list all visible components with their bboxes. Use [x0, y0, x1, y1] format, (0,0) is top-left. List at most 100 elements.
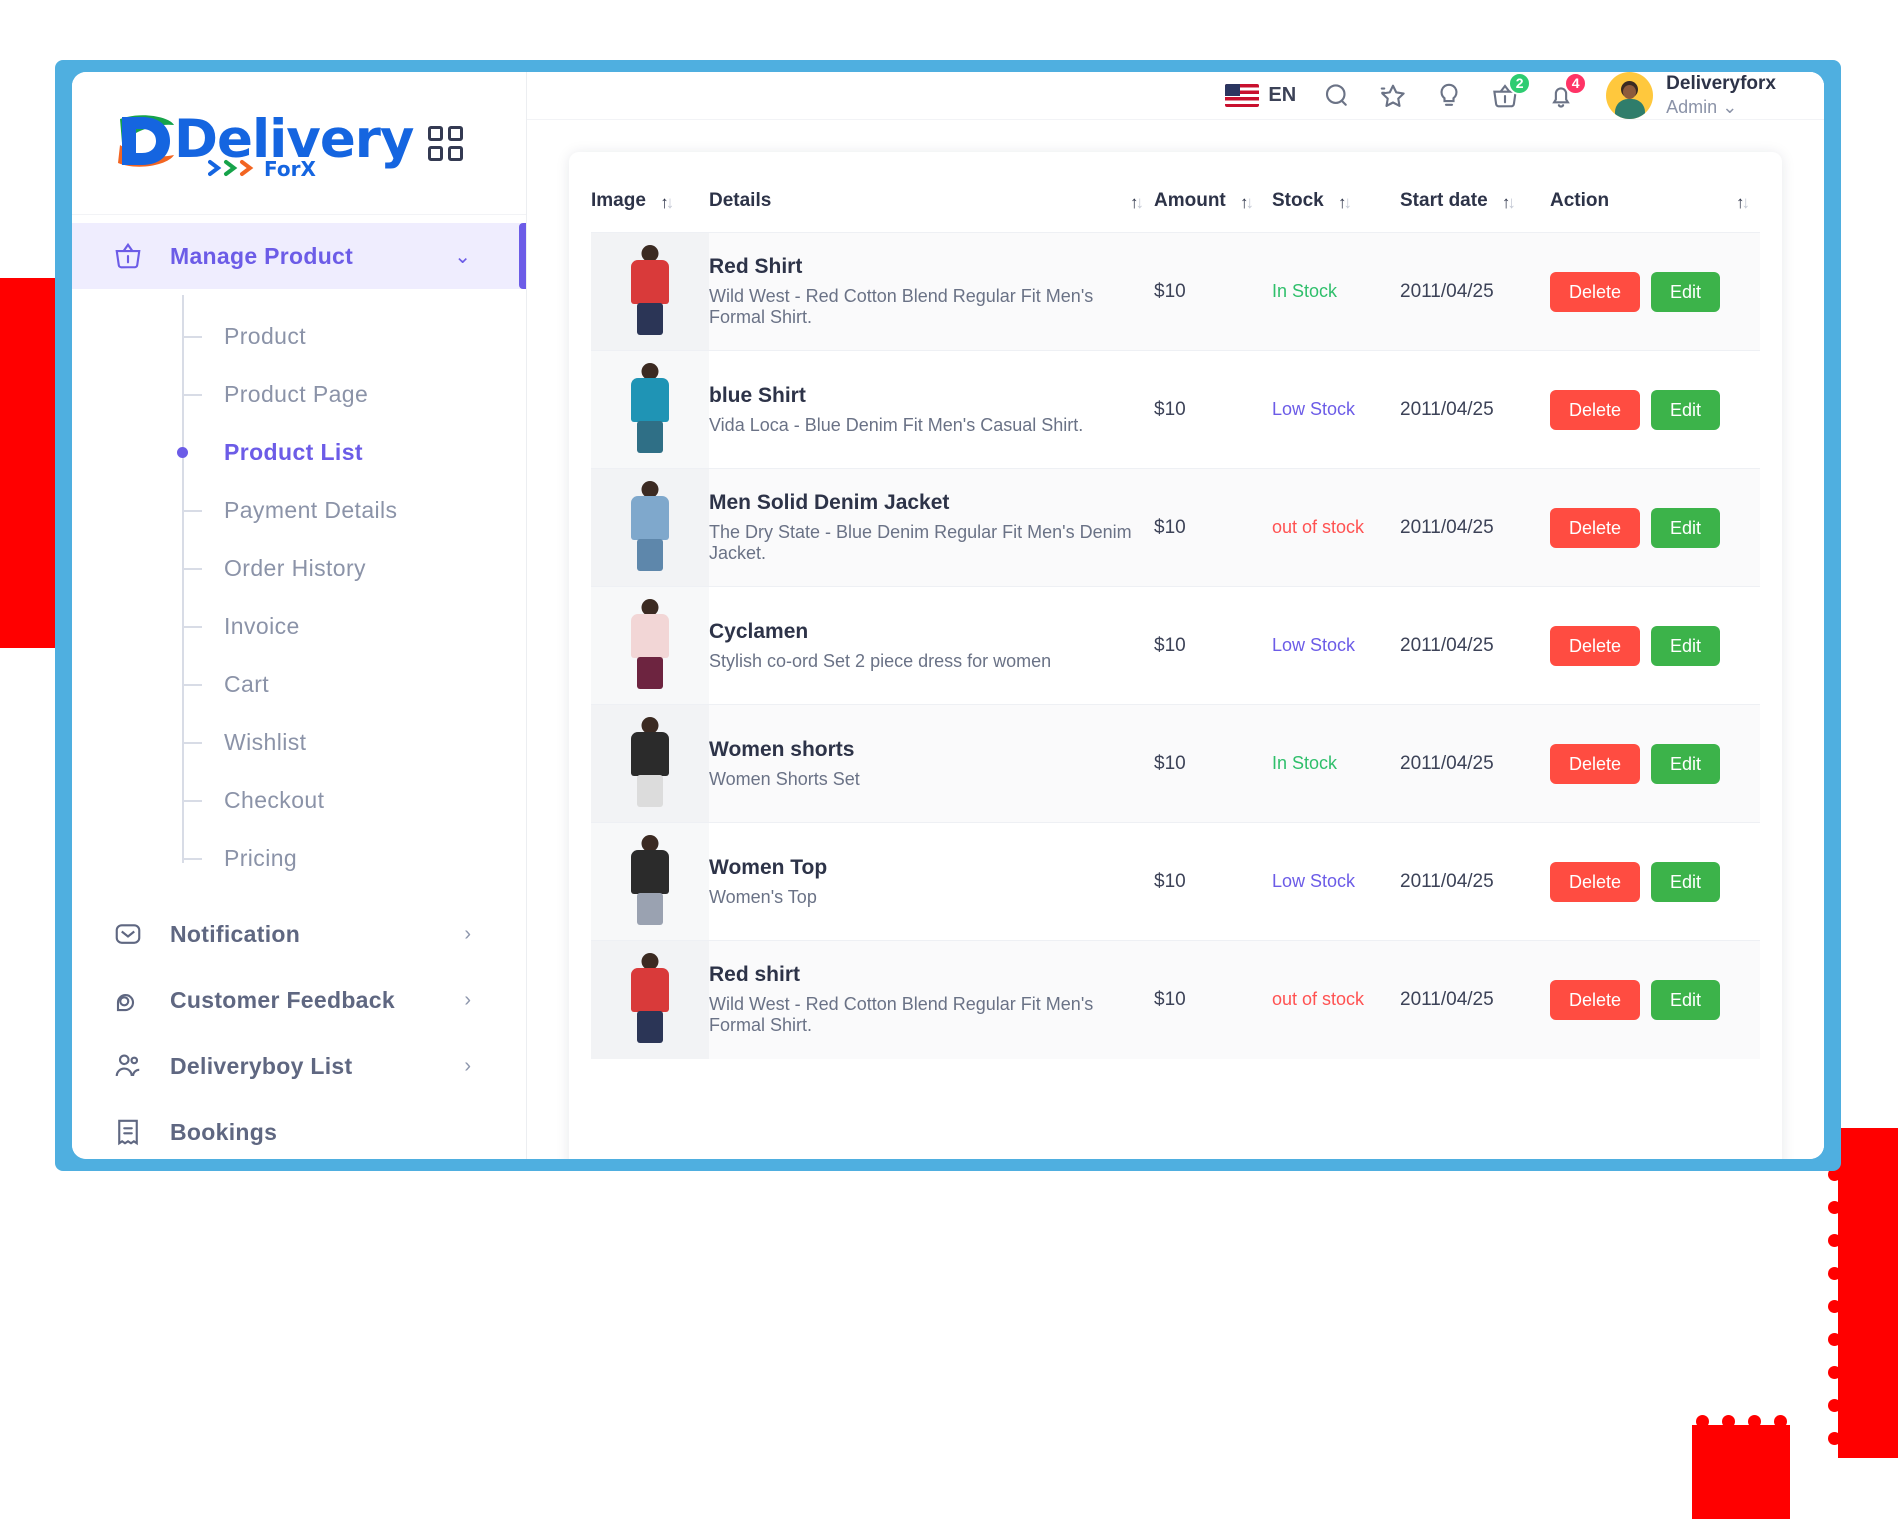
bulb-icon[interactable] [1434, 81, 1464, 111]
sidebar-item-label: Notification [170, 920, 301, 947]
sort-arrows-icon[interactable]: ↑↓ [1736, 192, 1750, 214]
sort-arrows-icon[interactable]: ↑↓ [1338, 192, 1352, 214]
product-thumbnail-cell [591, 586, 709, 705]
sidebar-item-label: Bookings [170, 1118, 278, 1145]
subitem-label: Cart [224, 670, 270, 697]
column-header-start-date[interactable]: Start date ↑↓ [1400, 168, 1550, 233]
product-start-date: 2011/04/25 [1400, 280, 1494, 302]
sidebar-subitem-order-history[interactable]: Order History [72, 539, 526, 597]
cart-icon-wrap[interactable]: 2 [1490, 72, 1532, 111]
sort-arrows-icon[interactable]: ↑↓ [1240, 192, 1254, 214]
product-amount-cell: $10 [1154, 351, 1272, 469]
product-thumbnail-cell [591, 468, 709, 587]
subitem-label: Invoice [224, 612, 300, 639]
product-amount: $10 [1154, 870, 1186, 892]
product-name: Red shirt [709, 963, 801, 987]
status-badge: out of stock [1272, 517, 1365, 537]
sidebar-subitem-checkout[interactable]: Checkout [72, 771, 526, 829]
product-amount-cell: $10 [1154, 941, 1272, 1059]
avatar[interactable] [1606, 72, 1654, 119]
column-header-image[interactable]: Image ↑↓ [591, 168, 709, 233]
product-thumbnail [623, 361, 677, 453]
chevron-down-icon: ⌄ [454, 245, 471, 268]
logo-subwordmark: ForX [264, 157, 316, 181]
bell-icon-wrap[interactable]: 4 [1546, 72, 1588, 111]
edit-button[interactable]: Edit [1651, 861, 1721, 902]
column-header-stock[interactable]: Stock ↑↓ [1272, 168, 1400, 233]
sidebar-subitem-payment-details[interactable]: Payment Details [72, 481, 526, 539]
users-icon [112, 1050, 144, 1082]
topbar: EN 2 4 Deliveryforx Admin ⌄ [527, 72, 1824, 120]
sidebar-item-manage-product[interactable]: Manage Product ⌄ [72, 223, 526, 289]
product-amount: $10 [1154, 634, 1186, 656]
product-thumbnail [623, 243, 677, 335]
edit-button[interactable]: Edit [1651, 389, 1721, 430]
edit-button[interactable]: Edit [1651, 625, 1721, 666]
sidebar-item-deliveryboy-list[interactable]: Deliveryboy List › [72, 1033, 526, 1099]
subitem-label: Product Page [224, 380, 369, 407]
table-row: Red shirt Wild West - Red Cotton Blend Re… [591, 940, 1760, 1059]
sidebar-item-bookings[interactable]: Bookings [72, 1099, 526, 1159]
sort-arrows-icon[interactable]: ↑↓ [660, 192, 674, 214]
sidebar-subitem-product-page[interactable]: Product Page [72, 365, 526, 423]
product-details-cell: Women Top Women's Top [709, 823, 1154, 941]
sidebar-item-notification[interactable]: Notification › [72, 901, 526, 967]
sidebar-subitem-product-list[interactable]: Product List [72, 423, 526, 481]
product-thumbnail [623, 597, 677, 689]
column-header-action[interactable]: Action ↑↓ [1550, 168, 1760, 233]
product-name: Women Top [709, 855, 828, 879]
language-selector[interactable]: EN [1225, 84, 1296, 107]
user-menu[interactable]: Deliveryforx Admin ⌄ [1666, 72, 1776, 118]
subitem-label: Product [224, 322, 307, 349]
sidebar-subitem-product[interactable]: Product [72, 307, 526, 365]
subitem-label: Order History [224, 554, 366, 581]
user-role: Admin ⌄ [1666, 96, 1776, 119]
sidebar-subitem-wishlist[interactable]: Wishlist [72, 713, 526, 771]
edit-button[interactable]: Edit [1651, 743, 1721, 784]
edit-button[interactable]: Edit [1651, 507, 1721, 548]
product-start-date: 2011/04/25 [1400, 752, 1494, 774]
chevron-right-icon: › [464, 1054, 471, 1077]
app-logo[interactable]: Delivery ForX [112, 107, 414, 181]
search-icon[interactable] [1322, 81, 1352, 111]
delete-button[interactable]: Delete [1550, 507, 1641, 548]
column-header-details[interactable]: Details ↑↓ [709, 168, 1154, 233]
sidebar-subitem-invoice[interactable]: Invoice [72, 597, 526, 655]
delete-button[interactable]: Delete [1550, 271, 1641, 312]
column-label: Start date [1400, 190, 1488, 211]
sort-arrows-icon[interactable]: ↑↓ [1130, 192, 1144, 214]
language-label: EN [1268, 84, 1297, 106]
star-icon[interactable] [1378, 81, 1408, 111]
product-start-date: 2011/04/25 [1400, 398, 1494, 420]
product-start-date: 2011/04/25 [1400, 634, 1494, 656]
table-header-row: Image ↑↓ Details ↑↓ Amount ↑↓ Stock ↑↓ S… [591, 168, 1760, 233]
sidebar-item-customer-feedback[interactable]: Customer Feedback › [72, 967, 526, 1033]
product-action-cell: Delete Edit [1550, 351, 1760, 469]
product-amount: $10 [1154, 516, 1186, 538]
cart-badge: 2 [1508, 72, 1532, 95]
receipt-icon [112, 1116, 144, 1148]
product-description: Stylish co-ord Set 2 piece dress for wom… [709, 650, 1052, 671]
delete-button[interactable]: Delete [1550, 979, 1641, 1020]
product-stock-cell: In Stock [1272, 233, 1400, 351]
delete-button[interactable]: Delete [1550, 625, 1641, 666]
product-details-cell: Red shirt Wild West - Red Cotton Blend Re… [709, 941, 1154, 1059]
delete-button[interactable]: Delete [1550, 743, 1641, 784]
delete-button[interactable]: Delete [1550, 389, 1641, 430]
product-date-cell: 2011/04/25 [1400, 705, 1550, 823]
sort-arrows-icon[interactable]: ↑↓ [1502, 192, 1516, 214]
product-details-cell: Men Solid Denim Jacket The Dry State - Bl… [709, 469, 1154, 587]
product-action-cell: Delete Edit [1550, 823, 1760, 941]
edit-button[interactable]: Edit [1651, 271, 1721, 312]
sidebar-subitem-pricing[interactable]: Pricing [72, 829, 526, 887]
edit-button[interactable]: Edit [1651, 979, 1721, 1020]
basket-icon [112, 240, 144, 272]
grid-menu-icon[interactable] [428, 125, 463, 161]
sidebar-subitem-cart[interactable]: Cart [72, 655, 526, 713]
product-list-card: Image ↑↓ Details ↑↓ Amount ↑↓ Stock ↑↓ S… [569, 152, 1782, 1159]
product-thumbnail-cell [591, 350, 709, 469]
subitem-label: Product List [224, 438, 363, 465]
content-area: Image ↑↓ Details ↑↓ Amount ↑↓ Stock ↑↓ S… [527, 120, 1824, 1159]
delete-button[interactable]: Delete [1550, 861, 1641, 902]
column-header-amount[interactable]: Amount ↑↓ [1154, 168, 1272, 233]
